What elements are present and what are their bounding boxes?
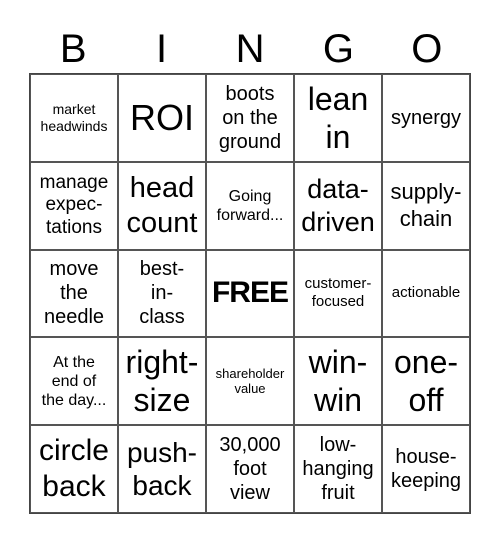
bingo-cell[interactable]: customer- focused [294, 249, 382, 338]
header-letter: N [235, 27, 265, 71]
bingo-cell[interactable]: low- hanging fruit [294, 425, 382, 513]
bingo-cell[interactable]: manage expec- tations [30, 161, 118, 250]
bingo-cell[interactable]: move the needle [30, 249, 118, 338]
bingo-cell[interactable]: house- keeping [382, 425, 470, 513]
bingo-cell[interactable]: market headwinds [30, 74, 118, 162]
header-letter: I [156, 27, 168, 71]
bingo-cell[interactable]: best- in- class [118, 249, 206, 338]
bingo-grid: market headwinds ROI boots on the ground le… [29, 73, 471, 514]
bingo-cell[interactable]: lean in [294, 74, 382, 162]
header-letter: O [411, 27, 443, 71]
bingo-header: B I N G O [29, 26, 471, 72]
bingo-cell[interactable]: At the end of the day... [30, 337, 118, 426]
bingo-cell[interactable]: supply- chain [382, 161, 470, 250]
bingo-cell[interactable]: ROI [118, 74, 206, 162]
bingo-cell[interactable]: shareholder value [206, 337, 294, 426]
bingo-cell[interactable]: 30,000 foot view [206, 425, 294, 513]
bingo-cell[interactable]: synergy [382, 74, 470, 162]
bingo-cell[interactable]: data- driven [294, 161, 382, 250]
header-letter: G [322, 27, 354, 71]
bingo-cell[interactable]: right- size [118, 337, 206, 426]
bingo-cell[interactable]: one- off [382, 337, 470, 426]
header-letter: B [59, 27, 87, 71]
bingo-cell[interactable]: actionable [382, 249, 470, 338]
bingo-cell[interactable]: circle back [30, 425, 118, 513]
bingo-cell[interactable]: push- back [118, 425, 206, 513]
bingo-cell[interactable]: boots on the ground [206, 74, 294, 162]
bingo-cell[interactable]: Going forward... [206, 161, 294, 250]
free-space-cell[interactable]: FREE [206, 249, 294, 338]
bingo-cell[interactable]: win- win [294, 337, 382, 426]
bingo-cell[interactable]: head count [118, 161, 206, 250]
